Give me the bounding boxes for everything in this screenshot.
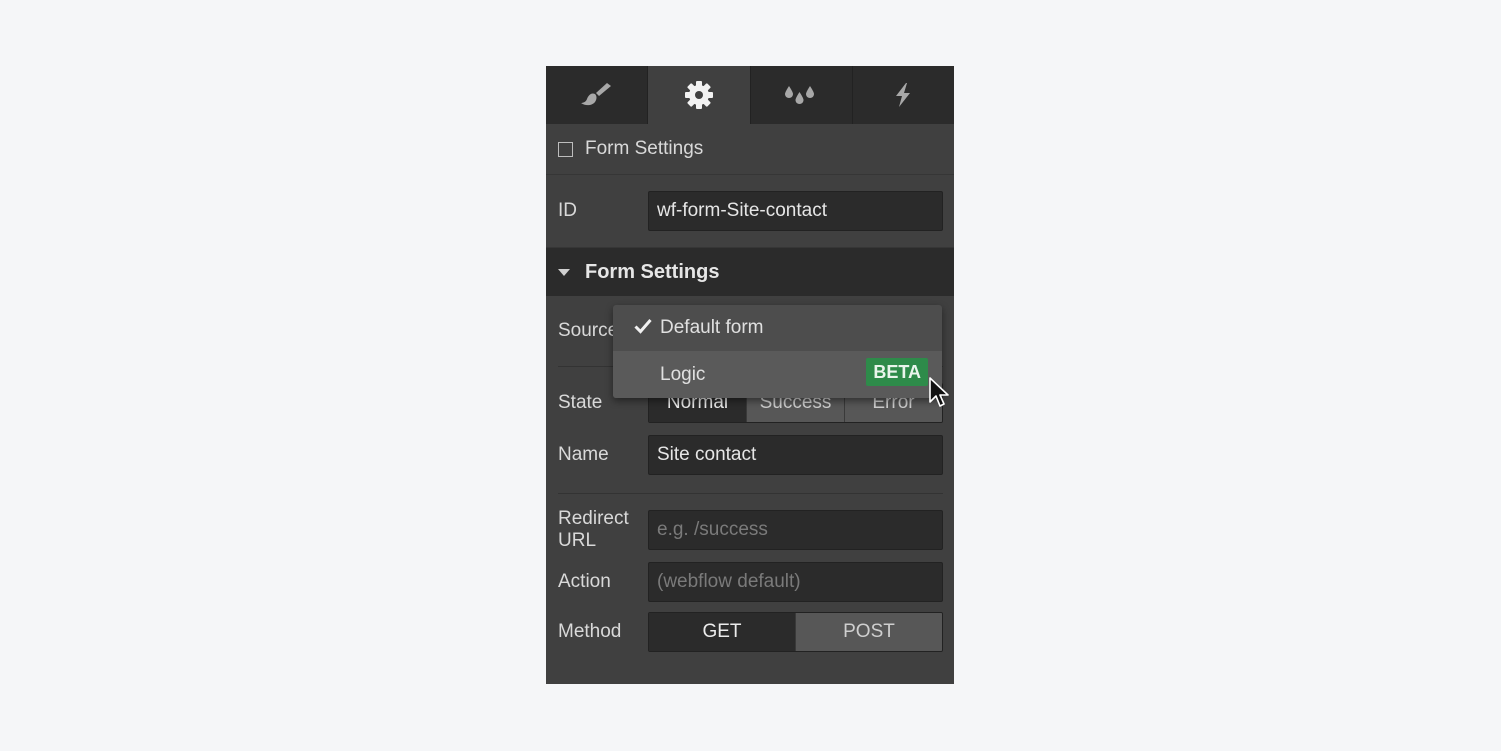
dropdown-option-logic[interactable]: Logic BETA — [613, 351, 942, 398]
tab-style-manager[interactable] — [750, 66, 853, 124]
id-input[interactable]: wf-form-Site-contact — [648, 191, 943, 231]
name-input[interactable]: Site contact — [648, 435, 943, 475]
form-settings-checkbox-label: Form Settings — [585, 138, 704, 159]
redirect-url-input[interactable]: e.g. /success — [648, 510, 943, 550]
method-get-button[interactable]: GET — [649, 613, 796, 651]
beta-badge: BETA — [866, 358, 928, 386]
name-row: Name Site contact — [546, 433, 954, 477]
tab-interactions[interactable] — [852, 66, 954, 124]
redirect-row: Redirect URL e.g. /success — [546, 494, 954, 566]
source-dropdown-menu: Default form Logic BETA — [613, 305, 942, 398]
gear-icon — [684, 81, 713, 109]
dropdown-option-default-form[interactable]: Default form — [613, 305, 942, 351]
tab-style[interactable] — [546, 66, 649, 124]
form-settings-section-header[interactable]: Form Settings — [546, 247, 954, 296]
redirect-label: Redirect URL — [558, 508, 629, 551]
action-label: Action — [558, 571, 611, 592]
action-input[interactable]: (webflow default) — [648, 562, 943, 602]
droplets-icon — [785, 86, 815, 104]
mouse-cursor-icon — [929, 377, 949, 407]
id-label: ID — [558, 200, 577, 221]
method-row: Method GET POST — [546, 596, 954, 668]
option-label: Logic — [660, 363, 706, 385]
option-label: Default form — [660, 317, 764, 338]
method-label: Method — [558, 621, 622, 642]
lightning-icon — [896, 83, 911, 107]
section-title: Form Settings — [585, 260, 720, 283]
form-block-row: Form Settings — [546, 124, 954, 175]
paintbrush-icon — [580, 83, 611, 106]
method-segmented-control: GET POST — [648, 612, 943, 652]
form-settings-checkbox[interactable] — [558, 141, 573, 157]
panel-tabs — [546, 66, 954, 124]
checkmark-icon — [634, 319, 652, 334]
name-label: Name — [558, 444, 609, 465]
id-row: ID wf-form-Site-contact — [546, 175, 954, 247]
method-post-button[interactable]: POST — [796, 613, 942, 651]
caret-down-icon — [558, 268, 570, 276]
tab-settings[interactable] — [648, 66, 751, 124]
